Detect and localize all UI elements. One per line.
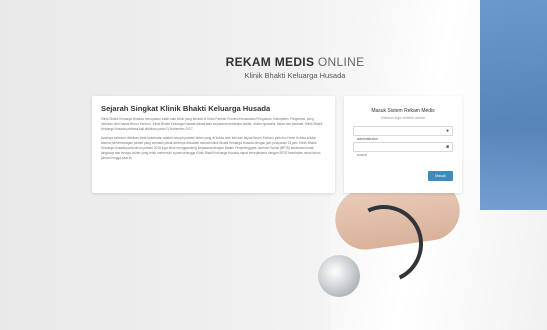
- lock-icon: ■: [445, 144, 449, 150]
- user-icon: ●: [445, 128, 449, 134]
- clinic-name: Klinik Bhakti Keluarga Husada: [244, 71, 346, 80]
- hero-header: REKAM MEDIS ONLINE Klinik Bhakti Keluarg…: [180, 55, 410, 80]
- history-paragraph-2: Awalnya sebelum didirikan klinik kesehat…: [101, 135, 321, 161]
- stethoscope-chestpiece: [318, 255, 360, 297]
- history-paragraph-1: Klinik Bhakti Keluarga Husada merupakan …: [101, 117, 323, 132]
- doctor-scrub-background: [480, 0, 547, 210]
- login-card: Masuk Sistem Rekam Medis Silahkan login …: [344, 96, 462, 193]
- username-field[interactable]: ●: [353, 126, 453, 143]
- password-field[interactable]: ■: [353, 142, 453, 159]
- page: REKAM MEDIS ONLINE Klinik Bhakti Keluarg…: [0, 0, 547, 330]
- app-title-bold: REKAM MEDIS: [225, 55, 315, 69]
- app-title: REKAM MEDIS ONLINE: [180, 55, 410, 69]
- login-title: Masuk Sistem Rekam Medis: [371, 108, 435, 114]
- history-title: Sejarah Singkat Klinik Bhakti Keluarga H…: [101, 104, 271, 113]
- app-title-light: ONLINE: [317, 55, 365, 69]
- login-button[interactable]: Masuk: [428, 171, 453, 181]
- login-subtitle: Silahkan login terlebih dahulu: [380, 116, 426, 120]
- password-input[interactable]: [354, 151, 448, 159]
- history-card: Sejarah Singkat Klinik Bhakti Keluarga H…: [92, 96, 335, 193]
